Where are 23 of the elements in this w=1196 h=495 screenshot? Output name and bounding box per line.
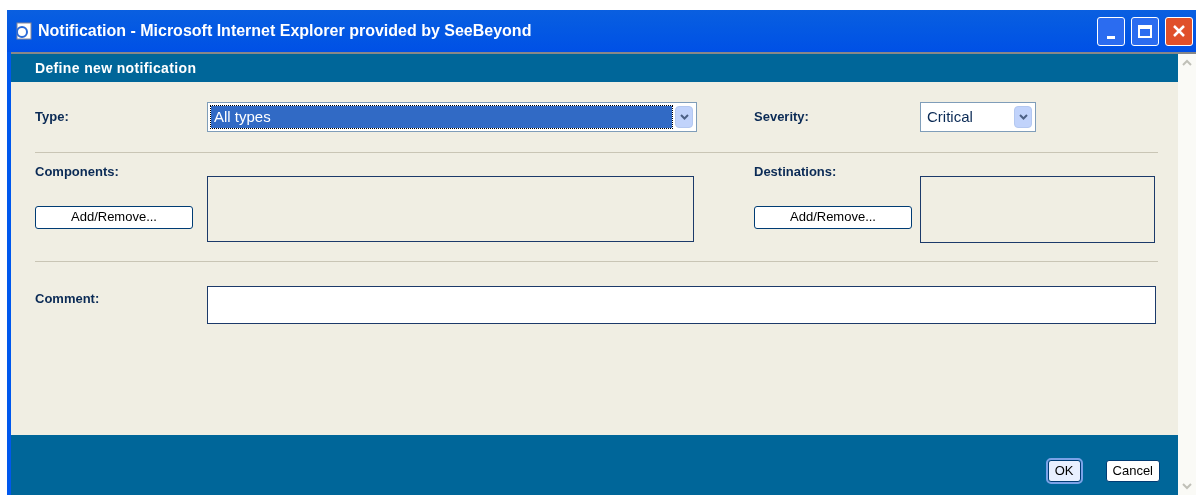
select-value: Critical [926, 106, 974, 127]
destinations-list[interactable] [920, 176, 1155, 243]
field-label: Severity: [754, 109, 809, 124]
close-icon [1172, 24, 1186, 38]
dropdown-select[interactable]: All types [207, 102, 697, 132]
field-label: Type: [35, 109, 69, 124]
browser-icon [14, 22, 32, 40]
select-value: All types [211, 105, 672, 129]
maximize-button[interactable] [1131, 16, 1159, 46]
components-list[interactable] [207, 176, 694, 242]
comment-field[interactable] [207, 286, 1156, 324]
dialog-button[interactable]: OK [1047, 460, 1081, 482]
add-remove-button[interactable]: Add/Remove... [754, 205, 912, 229]
section-title: Define new notification [35, 58, 197, 78]
dropdown-select[interactable]: Critical [920, 102, 1036, 132]
minimize-button[interactable] [1097, 16, 1125, 46]
field-label: Comment: [35, 291, 100, 306]
dialog-button[interactable]: Cancel [1105, 460, 1160, 482]
window-title: Notification - Microsoft Internet Explorer provided by SeeBeyond [38, 21, 533, 41]
close-button[interactable] [1165, 16, 1193, 46]
add-remove-button[interactable]: Add/Remove... [35, 205, 193, 229]
field-label: Destinations: [754, 163, 838, 181]
field-label: Components: [35, 163, 120, 181]
